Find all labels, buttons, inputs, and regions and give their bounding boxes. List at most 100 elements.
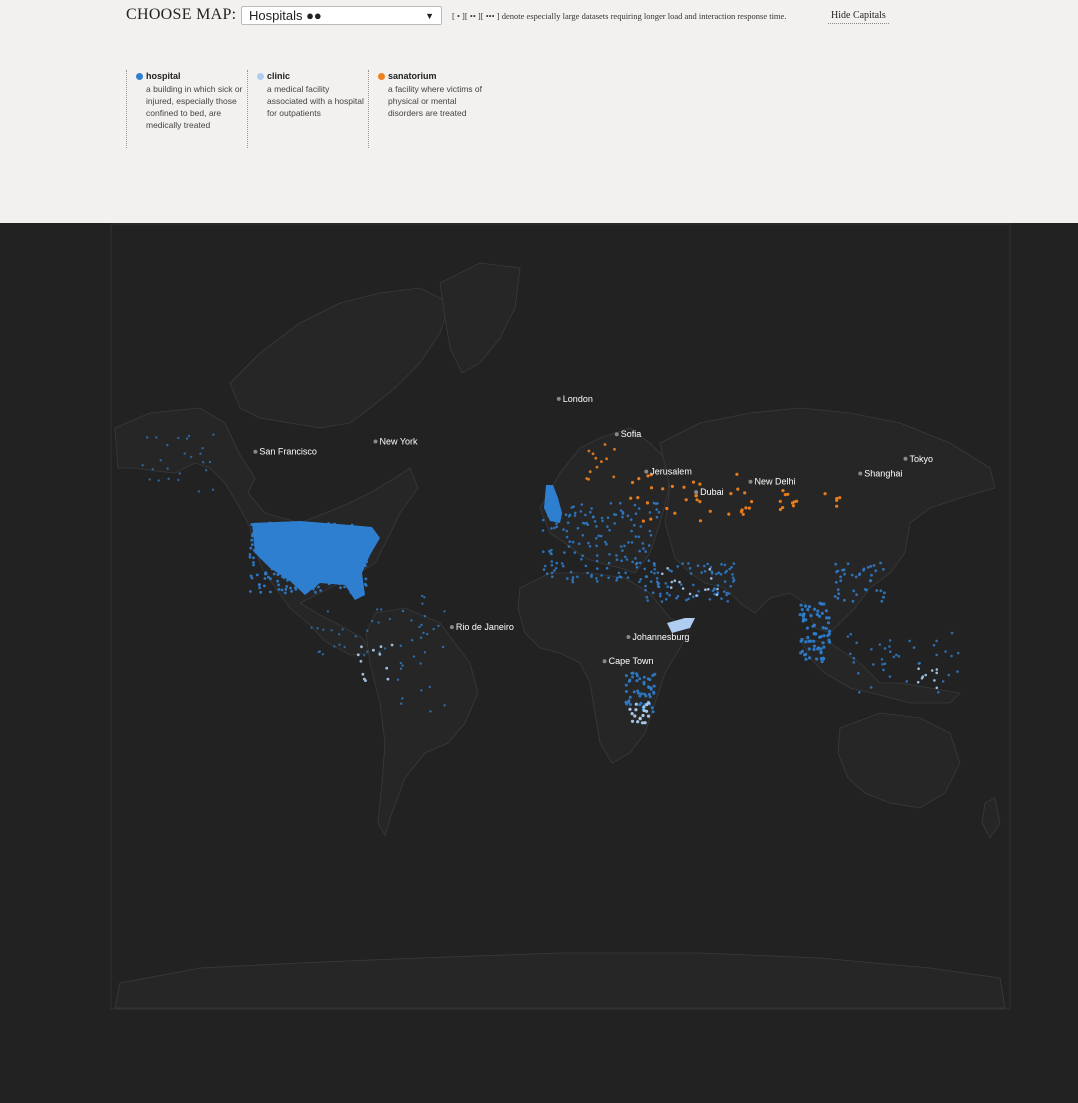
facility-dot [882, 595, 885, 599]
facility-dot [633, 714, 637, 718]
facility-dot [264, 571, 268, 574]
facility-dot [833, 595, 837, 598]
facility-dot [825, 616, 829, 620]
facility-dot [747, 506, 752, 510]
facility-dot [259, 590, 263, 594]
facility-dot [596, 567, 599, 570]
facility-dot [888, 645, 891, 648]
facility-dot [606, 525, 609, 528]
facility-dot [692, 583, 695, 587]
facility-dot [250, 534, 254, 538]
facility-dot [304, 532, 307, 536]
capital-label: Cape Town [609, 656, 654, 666]
facility-dot [342, 539, 346, 543]
facility-dot [732, 562, 736, 565]
facility-dot [843, 572, 846, 576]
world-map-panel[interactable]: San Francisco New York London Sofia Jerusale… [0, 223, 1078, 1103]
facility-dot [630, 719, 635, 723]
facility-dot [634, 557, 637, 560]
facility-dot [363, 654, 366, 657]
facility-dot [352, 550, 356, 554]
facility-dot [298, 560, 302, 563]
facility-dot [283, 591, 287, 595]
facility-dot [349, 528, 353, 531]
facility-dot [284, 588, 288, 591]
facility-dot [337, 530, 341, 534]
facility-dot [720, 597, 723, 600]
facility-dot [880, 658, 884, 661]
facility-dot [660, 600, 664, 603]
facility-dot [259, 552, 263, 556]
facility-dot [301, 556, 304, 560]
facility-dot [657, 585, 661, 589]
facility-dot [728, 567, 731, 571]
facility-dot [639, 701, 643, 705]
facility-dot [684, 498, 688, 502]
facility-dot [649, 517, 653, 521]
facility-dot [854, 575, 858, 579]
facility-dot [920, 677, 924, 680]
facility-dot [401, 609, 405, 613]
facility-dot [307, 525, 311, 528]
facility-dot [633, 524, 636, 527]
facility-dot [211, 488, 215, 491]
facility-dot [838, 496, 842, 500]
facility-dot [578, 542, 581, 546]
facility-dot [805, 626, 810, 630]
facility-dot [850, 573, 854, 577]
facility-dot [603, 443, 607, 446]
facility-dot [252, 563, 255, 567]
facility-dot [552, 516, 556, 519]
facility-dot [881, 663, 884, 666]
facility-dot [437, 624, 440, 628]
facility-dot [935, 653, 938, 657]
facility-dot [278, 538, 282, 542]
facility-dot [252, 556, 255, 560]
facility-dot [895, 653, 898, 657]
facility-dot [306, 543, 310, 546]
facility-dot [541, 529, 545, 532]
facility-dot [355, 588, 358, 591]
facility-dot [638, 580, 641, 584]
capital-label: San Francisco [259, 447, 317, 457]
facility-dot [177, 436, 180, 440]
facility-dot [735, 472, 739, 476]
facility-dot [732, 580, 735, 583]
facility-dot [197, 490, 200, 493]
hide-capitals-button[interactable]: Hide Capitals [828, 10, 889, 24]
facility-dot [584, 564, 588, 568]
facility-dot [624, 690, 628, 693]
facility-dot [813, 632, 817, 636]
facility-dot [715, 593, 719, 597]
facility-dot [550, 518, 553, 522]
facility-dot [846, 562, 850, 566]
facility-dot [318, 575, 322, 579]
map-select-dropdown[interactable]: Hospitals ●● ▼ [241, 6, 442, 25]
facility-dot [649, 580, 653, 583]
facility-dot [643, 692, 647, 696]
facility-dot [607, 576, 610, 580]
facility-dot [729, 492, 733, 496]
facility-dot [710, 577, 713, 580]
facility-dot [296, 541, 300, 545]
facility-dot [281, 575, 284, 579]
facility-dot [600, 460, 603, 463]
facility-dot [786, 492, 790, 496]
facility-dot [639, 578, 643, 581]
facility-dot [819, 650, 823, 654]
facility-dot [354, 572, 358, 575]
facility-dot [650, 570, 653, 574]
capital-label: Sofia [621, 429, 642, 439]
facility-dot [648, 529, 652, 533]
facility-dot [880, 599, 884, 603]
facility-dot [277, 588, 281, 591]
facility-dot [274, 549, 278, 552]
facility-dot [572, 505, 575, 509]
facility-dot [372, 648, 375, 652]
facility-dot [313, 585, 317, 588]
facility-dot [326, 610, 330, 613]
facility-dot [308, 570, 312, 574]
facility-dot [342, 570, 345, 573]
facility-dot [269, 590, 272, 594]
world-map[interactable]: San Francisco New York London Sofia Jerusale… [0, 223, 1078, 1103]
